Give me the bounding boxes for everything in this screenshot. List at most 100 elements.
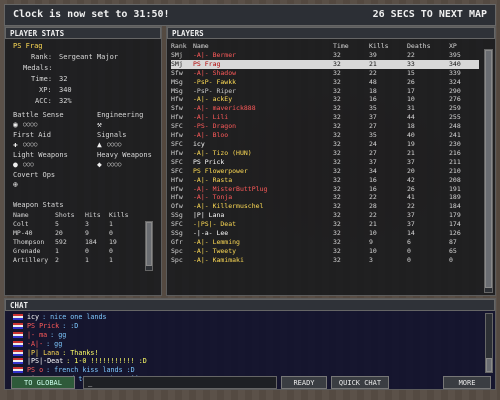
player-row[interactable]: Sfw -A|- maverick888 32 35 31 259 xyxy=(171,104,479,113)
player-rank: Gfr xyxy=(171,237,183,246)
player-name: -|PS|- Deat xyxy=(193,220,237,229)
player-row[interactable]: SFC icy 32 24 19 230 xyxy=(171,140,479,149)
players-table: Rank Name Time Kills Deaths XP SMj -A|- B… xyxy=(171,42,479,265)
player-time: 32 xyxy=(333,113,341,122)
weapon-stats-scroll-thumb[interactable] xyxy=(146,222,152,266)
player-name: -A|- Rasta xyxy=(193,175,233,184)
player-time: 32 xyxy=(333,122,341,131)
player-row[interactable]: Hfw -A|- Bloo 32 35 40 241 xyxy=(171,131,479,140)
player-row[interactable]: Hfw -A|- MisterButtPlug 32 16 26 191 xyxy=(171,185,479,194)
chat-sender: -A|- xyxy=(27,339,44,348)
ready-button[interactable]: READY xyxy=(281,376,327,389)
player-xp: 241 xyxy=(449,131,461,140)
player-time: 32 xyxy=(333,50,341,59)
player-xp: 174 xyxy=(449,220,461,229)
chat-text: : nice one lands xyxy=(42,313,107,321)
player-name: -A|- Kamimaki xyxy=(193,255,244,264)
team-flag-icon xyxy=(13,340,23,347)
players-scroll-thumb[interactable] xyxy=(485,50,492,288)
player-rank: Spc xyxy=(171,255,183,264)
weapon-stats-header-row: Name Shots Hits Kills xyxy=(13,211,143,220)
player-deaths: 10 xyxy=(407,95,415,104)
player-row[interactable]: SFC -PS- Dragon 32 27 18 248 xyxy=(171,122,479,131)
chat-input[interactable]: _ xyxy=(83,376,277,389)
player-row[interactable]: Hfw -A|- Lili 32 37 44 255 xyxy=(171,113,479,122)
player-row[interactable]: SFC PS Prick 32 37 37 211 xyxy=(171,158,479,167)
player-rank: MSg xyxy=(171,77,183,86)
player-kills: 24 xyxy=(369,139,377,148)
player-row[interactable]: Hfw -A|- Rasta 32 16 42 208 xyxy=(171,176,479,185)
chat-scroll-thumb[interactable] xyxy=(486,358,492,372)
chat-text: : gg xyxy=(46,339,63,348)
player-kills: 16 xyxy=(369,184,377,193)
chat-scrollbar[interactable] xyxy=(485,313,493,373)
team-flag-icon xyxy=(13,367,23,374)
weapon-row: Artillery 2 1 1 xyxy=(13,256,143,265)
player-kills: 27 xyxy=(369,148,377,157)
player-kills: 21 xyxy=(369,220,377,229)
player-time: 32 xyxy=(333,139,341,148)
player-row[interactable]: SSg -|-a- Lee 32 10 14 126 xyxy=(171,229,479,238)
player-deaths: 44 xyxy=(407,113,415,122)
player-row[interactable]: Hfw -A|- Tonja 32 22 41 189 xyxy=(171,193,479,202)
chat-message: |P| Lana: Thanks! xyxy=(13,349,477,358)
player-row[interactable]: SFC PS Flowerpower 32 34 20 210 xyxy=(171,167,479,176)
player-time: 32 xyxy=(333,131,341,140)
player-row[interactable]: Sfw -A|- Shadow 32 22 15 339 xyxy=(171,69,479,78)
player-row[interactable]: MSg -PsP- Fawkk 32 48 26 324 xyxy=(171,78,479,87)
player-name: PS Prick xyxy=(193,157,225,166)
player-rank: SMj xyxy=(171,59,183,68)
chat-message: |- ma: gg xyxy=(13,331,477,340)
weapon-cell: 0 xyxy=(85,246,89,255)
player-rank: Sfw xyxy=(171,68,183,77)
player-xp: 0 xyxy=(449,255,453,264)
radio-icon: ▲ xyxy=(97,140,102,149)
player-xp: 87 xyxy=(449,237,457,246)
player-kills: 3 xyxy=(369,255,373,264)
player-row[interactable]: Ofw -A|- Killermuschel 32 28 22 184 xyxy=(171,202,479,211)
weapon-cell: 2 xyxy=(55,255,59,264)
player-row[interactable]: Gfr -A|- Lemming 32 9 6 87 xyxy=(171,238,479,247)
players-header-row: Rank Name Time Kills Deaths XP xyxy=(171,42,479,51)
weapon-col-hits: Hits xyxy=(85,211,101,219)
chat-title: CHAT xyxy=(10,301,29,310)
weapon-col-name: Name xyxy=(13,211,29,219)
player-deaths: 6 xyxy=(407,237,411,246)
players-col-kills: Kills xyxy=(369,42,389,50)
player-name: |P| Lana xyxy=(193,211,225,220)
player-row[interactable]: Spc -A|- Tweety 32 10 0 65 xyxy=(171,247,479,256)
chat-sender: |P| Lana xyxy=(27,348,60,357)
player-rank: Hfw xyxy=(171,148,183,157)
players-scrollbar[interactable] xyxy=(484,49,493,293)
more-button[interactable]: MORE xyxy=(443,376,491,389)
player-xp: 126 xyxy=(449,229,461,238)
quick-chat-button[interactable]: QUICK CHAT xyxy=(331,376,389,389)
player-row[interactable]: SMj -A|- Bermer 32 39 22 395 xyxy=(171,51,479,60)
weapon-cell: 20 xyxy=(55,228,63,237)
weapon-row: Colt 5 3 1 xyxy=(13,220,143,229)
player-xp: 339 xyxy=(449,68,461,77)
player-deaths: 22 xyxy=(407,50,415,59)
player-time: 32 xyxy=(333,246,341,255)
player-kills: 9 xyxy=(369,237,373,246)
player-deaths: 14 xyxy=(407,229,415,238)
player-kills: 16 xyxy=(369,95,377,104)
player-row[interactable]: SFC -|PS|- Deat 32 21 37 174 xyxy=(171,220,479,229)
to-global-button[interactable]: TO GLOBAL xyxy=(11,376,75,389)
weapon-cell: 1 xyxy=(55,246,59,255)
player-row[interactable]: Hfw -A|- Tizo (HUN) 32 27 21 216 xyxy=(171,149,479,158)
player-kills: 48 xyxy=(369,77,377,86)
player-name: -A|- Lili xyxy=(193,113,229,122)
weapon-stats-scrollbar[interactable] xyxy=(145,221,153,271)
player-row[interactable]: SSg |P| Lana 32 22 37 179 xyxy=(171,211,479,220)
team-flag-icon xyxy=(13,322,23,329)
player-kills: 27 xyxy=(369,122,377,131)
player-stats-panel: PLAYER STATS PS Frag Rank: Sergeant Majo… xyxy=(4,26,162,296)
player-row[interactable]: SMj PS Frag 32 21 33 340 xyxy=(171,59,479,69)
player-row[interactable]: Hfw -A|- ackEy 32 16 10 276 xyxy=(171,95,479,104)
player-time: 32 xyxy=(333,148,341,157)
player-row[interactable]: MSg -PsP- Riper 32 18 17 290 xyxy=(171,87,479,96)
player-row[interactable]: Spc -A|- Kamimaki 32 3 0 0 xyxy=(171,256,479,265)
player-rank: SFC xyxy=(171,139,183,148)
player-deaths: 37 xyxy=(407,211,415,220)
